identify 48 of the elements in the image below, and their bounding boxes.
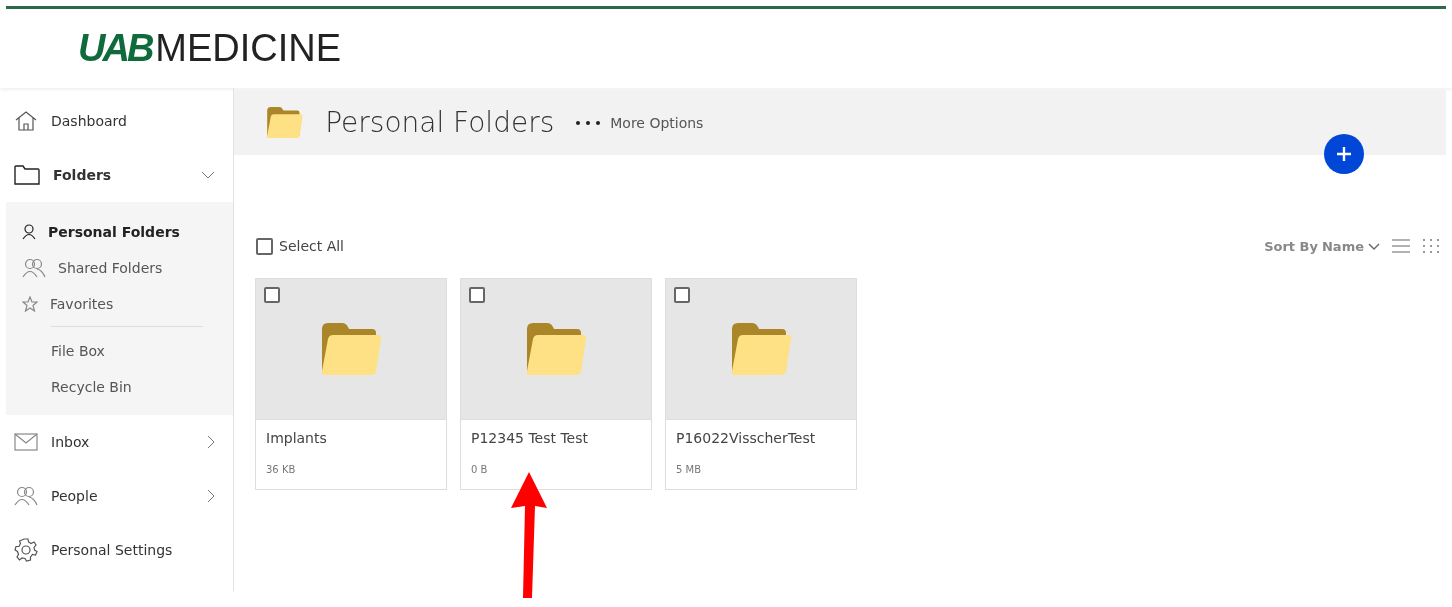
logo-mark: UAB [78, 27, 152, 70]
add-button[interactable] [1324, 134, 1364, 174]
folder-icon [14, 165, 40, 185]
sort-dropdown[interactable]: Sort By Name [1264, 238, 1380, 254]
more-options-button[interactable]: More Options [576, 114, 704, 131]
submenu-item[interactable]: Recycle Bin [6, 369, 233, 405]
folder-icon [266, 106, 304, 139]
folder-card[interactable]: P16022VisscherTest 5 MB [665, 278, 857, 490]
submenu-item[interactable]: Personal Folders [6, 214, 233, 250]
chevron-down-icon [1368, 242, 1380, 250]
folder-card[interactable]: P12345 Test Test 0 B [460, 278, 652, 490]
folder-name: Implants [265, 429, 328, 448]
folder-icon [525, 323, 587, 375]
folder-name: P16022VisscherTest [675, 429, 817, 448]
nav-item[interactable]: Inbox [6, 415, 233, 469]
grid-view-icon[interactable] [1422, 238, 1440, 254]
folder-size: 36 KB [265, 463, 297, 477]
star-icon [22, 296, 38, 312]
folder-icon [320, 323, 382, 375]
nav-item[interactable]: Personal Settings [6, 523, 233, 577]
nav-item[interactable]: Dashboard [6, 94, 233, 148]
home-icon [14, 110, 38, 132]
more-icon [576, 120, 601, 125]
nav-item[interactable]: People [6, 469, 233, 523]
submenu-item[interactable]: Favorites [6, 286, 233, 322]
chevron-right-icon[interactable] [207, 489, 215, 503]
page-title: Personal Folders [325, 106, 555, 139]
folder-card[interactable]: Implants 36 KB [255, 278, 447, 490]
submenu-item[interactable]: Shared Folders [6, 250, 233, 286]
person-icon [22, 224, 36, 240]
checkbox[interactable] [264, 287, 280, 303]
people-icon [14, 486, 38, 506]
folder-icon [730, 323, 792, 375]
chevron-right-icon[interactable] [207, 435, 215, 449]
select-all-checkbox[interactable]: Select All [256, 237, 344, 255]
chevron-down-icon[interactable] [201, 171, 215, 179]
gear-icon [14, 538, 38, 562]
nav-item[interactable]: Folders [6, 148, 233, 202]
checkbox[interactable] [469, 287, 485, 303]
folder-size: 0 B [470, 463, 489, 477]
mail-icon [14, 433, 38, 451]
people-icon [22, 258, 46, 278]
submenu-item[interactable]: File Box [6, 333, 233, 369]
folder-size: 5 MB [675, 463, 703, 477]
plus-icon [1336, 146, 1352, 162]
checkbox[interactable] [674, 287, 690, 303]
folder-name: P12345 Test Test [470, 429, 590, 448]
logo-text: MEDICINE [155, 27, 342, 70]
